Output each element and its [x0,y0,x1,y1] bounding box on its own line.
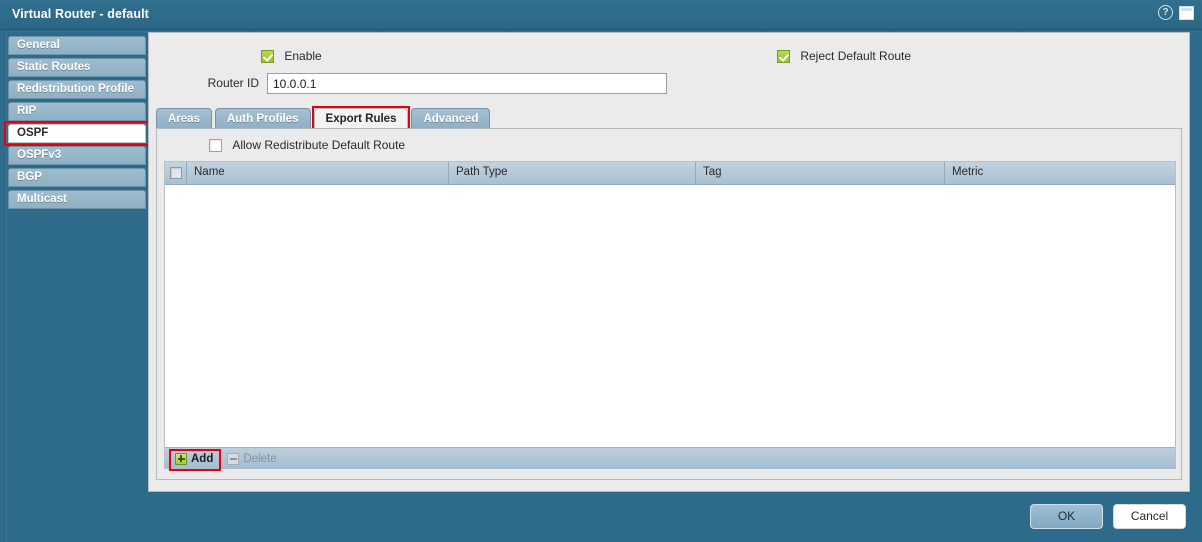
dialog-footer: OK Cancel [0,492,1202,542]
enable-label: Enable [284,49,322,63]
grid-header-row: Name Path Type Tag Metric [165,162,1175,185]
tab-areas[interactable]: Areas [156,108,212,129]
help-circle-icon[interactable]: ? [1158,5,1173,20]
delete-button-label: Delete [243,452,277,465]
router-id-label: Router ID [207,76,259,90]
sidebar-item-ospf[interactable]: OSPF [8,124,146,143]
sidebar-item-redistribution-profile[interactable]: Redistribution Profile [8,80,146,99]
export-rules-panel: Allow Redistribute Default Route Name Pa… [156,128,1182,480]
enable-checkbox[interactable] [261,50,274,63]
window-title: Virtual Router - default [12,7,149,21]
sidebar-item-ospfv3[interactable]: OSPFv3 [8,146,146,165]
add-button[interactable]: Add [169,448,221,471]
allow-redistribute-checkbox[interactable] [209,139,222,152]
ok-button[interactable]: OK [1030,504,1103,529]
grid-body-empty [165,185,1175,447]
allow-redistribute-label: Allow Redistribute Default Route [232,138,406,152]
reject-default-route-label: Reject Default Route [800,49,912,63]
sidebar-item-general[interactable]: General [8,36,146,55]
cancel-button[interactable]: Cancel [1113,504,1186,529]
minus-icon [227,452,240,465]
sidebar-edge-line [6,30,7,542]
export-rules-grid: Name Path Type Tag Metric Add Delete [164,161,1176,471]
sidebar-item-static-routes[interactable]: Static Routes [8,58,146,77]
delete-button: Delete [227,452,277,465]
grid-select-all-checkbox[interactable] [169,167,182,179]
restore-window-icon[interactable] [1179,5,1194,20]
window-titlebar: Virtual Router - default ? [0,0,1202,30]
sidebar-item-bgp[interactable]: BGP [8,168,146,187]
tab-advanced[interactable]: Advanced [411,108,491,129]
enable-checkbox-group[interactable]: Enable [261,49,322,64]
tabbar: Areas Auth Profiles Export Rules Advance… [156,106,491,130]
reject-default-route-checkbox[interactable] [777,50,790,63]
tab-export-rules-label: Export Rules [325,113,397,125]
grid-column-metric[interactable]: Metric [945,162,1175,184]
grid-column-tag[interactable]: Tag [696,162,945,184]
grid-column-path-type[interactable]: Path Type [449,162,696,184]
grid-footer-toolbar: Add Delete [165,447,1175,471]
sidebar-item-rip[interactable]: RIP [8,102,146,121]
grid-column-name[interactable]: Name [187,162,449,184]
reject-default-route-group[interactable]: Reject Default Route [777,49,911,64]
top-checkbox-row: Enable Reject Default Route [149,49,1189,69]
sidebar: General Static Routes Redistribution Pro… [0,30,150,542]
titlebar-icon-group: ? [1158,5,1194,20]
allow-redistribute-group[interactable]: Allow Redistribute Default Route [209,138,405,153]
main-content-panel: Enable Reject Default Route Router ID Ar… [148,32,1190,492]
tab-export-rules[interactable]: Export Rules [311,106,411,130]
plus-icon [175,452,187,465]
grid-select-all-cell[interactable] [165,162,187,184]
sidebar-item-multicast[interactable]: Multicast [8,190,146,209]
tab-auth-profiles[interactable]: Auth Profiles [214,108,311,129]
router-id-input[interactable] [267,73,667,94]
add-button-label: Add [191,452,214,465]
